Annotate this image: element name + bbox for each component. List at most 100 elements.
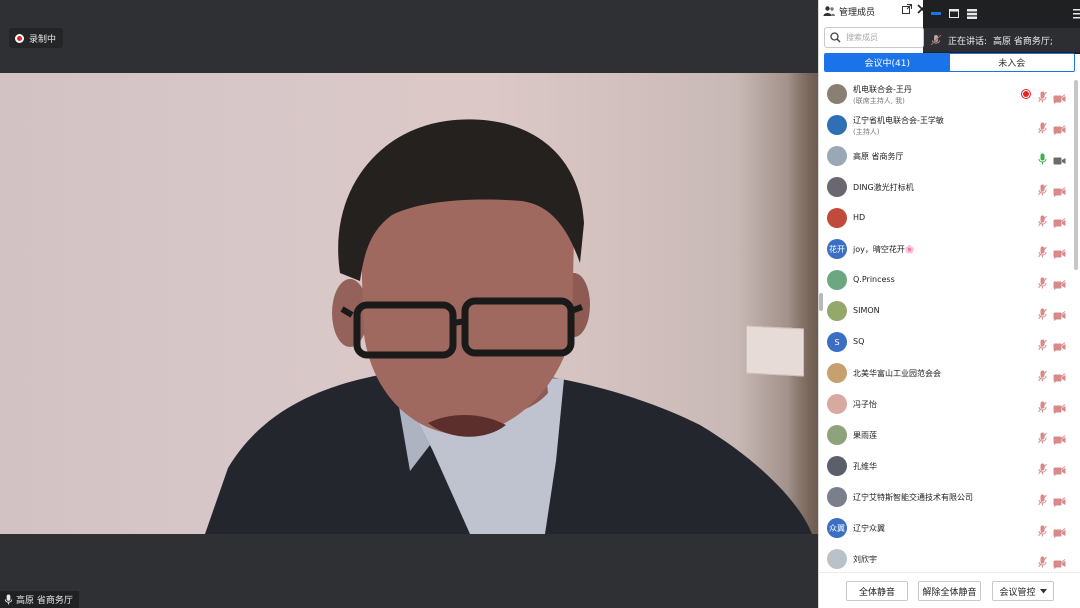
camera-off-icon[interactable] xyxy=(1053,244,1066,259)
camera-off-icon[interactable] xyxy=(1053,399,1066,414)
participant-name: 孔维华 xyxy=(853,462,877,471)
avatar-text: 众翼 xyxy=(829,523,845,533)
microphone-muted-icon[interactable] xyxy=(1038,398,1047,413)
participant-row[interactable]: S SQ xyxy=(819,326,1071,357)
microphone-muted-icon[interactable] xyxy=(1038,243,1047,258)
recording-badge[interactable]: 录制中 xyxy=(9,28,64,48)
participant-row[interactable]: 果雨莲 xyxy=(819,419,1071,450)
active-speaker-name: 高原 省商务厅 xyxy=(16,596,73,606)
recording-label: 录制中 xyxy=(29,34,57,45)
participant-row[interactable]: 孔维华 xyxy=(819,450,1071,481)
participant-list-scrollbar[interactable] xyxy=(1074,80,1078,270)
avatar xyxy=(827,270,847,290)
participant-name: HD xyxy=(853,213,866,222)
participant-row[interactable]: Q.Princess xyxy=(819,264,1071,295)
speaker-video[interactable] xyxy=(0,73,818,534)
microphone-muted-icon[interactable] xyxy=(1038,305,1047,320)
camera-off-icon[interactable] xyxy=(1053,492,1066,507)
avatar xyxy=(827,363,847,383)
participant-role: (主持人) xyxy=(853,128,880,136)
avatar xyxy=(827,84,847,104)
avatar xyxy=(827,487,847,507)
camera-off-icon[interactable] xyxy=(1053,213,1066,228)
avatar: 花开 xyxy=(827,239,847,259)
avatar xyxy=(827,456,847,476)
microphone-muted-icon[interactable] xyxy=(1038,553,1047,568)
popout-icon[interactable] xyxy=(902,4,912,14)
speaking-label: 正在讲话: xyxy=(948,36,988,47)
participant-name: 果雨莲 xyxy=(853,431,877,440)
camera-off-icon[interactable] xyxy=(1053,523,1066,538)
participant-row[interactable]: 花开 joy，晴空花开🌸 xyxy=(819,233,1071,264)
camera-off-icon[interactable] xyxy=(1053,368,1066,383)
menu-icon[interactable] xyxy=(1073,9,1080,19)
list-layout-icon[interactable] xyxy=(967,8,977,19)
speaker-person-image xyxy=(205,119,812,534)
avatar: 众翼 xyxy=(827,518,847,538)
microphone-muted-icon[interactable] xyxy=(1038,336,1047,351)
participant-name: 北美华富山工业园范会会 xyxy=(853,369,941,378)
camera-off-icon[interactable] xyxy=(1053,554,1066,569)
microphone-muted-icon[interactable] xyxy=(1038,522,1047,537)
participant-name: joy，晴空花开🌸 xyxy=(853,245,915,254)
tab-not-joined[interactable]: 未入会 xyxy=(949,54,1074,71)
minimize-icon[interactable] xyxy=(931,12,941,15)
participant-row[interactable]: 北美华富山工业园范会会 xyxy=(819,357,1071,388)
record-icon xyxy=(15,33,24,43)
participant-name: DING激光打标机 xyxy=(853,183,914,192)
participant-row[interactable]: SIMON xyxy=(819,295,1071,326)
camera-off-icon[interactable] xyxy=(1053,120,1066,135)
microphone-muted-icon[interactable] xyxy=(1038,429,1047,444)
avatar xyxy=(827,425,847,445)
avatar xyxy=(827,208,847,228)
video-stage: 录制中 高原 省商务厅 xyxy=(0,0,818,608)
window-icon[interactable] xyxy=(949,9,959,18)
microphone-muted-icon[interactable] xyxy=(1038,181,1047,196)
camera-off-icon[interactable] xyxy=(1053,461,1066,476)
participant-row[interactable]: 辽宁艾特斯智能交通技术有限公司 xyxy=(819,481,1071,512)
microphone-muted-icon[interactable] xyxy=(1038,119,1047,134)
participant-row[interactable]: DING激光打标机 xyxy=(819,171,1071,202)
participant-name: 高原 省商务厅 xyxy=(853,152,904,161)
camera-off-icon[interactable] xyxy=(1053,89,1066,104)
camera-off-icon[interactable] xyxy=(1053,337,1066,352)
recording-icon xyxy=(1021,89,1031,99)
camera-off-icon[interactable] xyxy=(1053,275,1066,290)
speaking-indicator-bar: 正在讲话: 高原 省商务厅; xyxy=(923,0,1080,54)
participant-name: SQ xyxy=(853,337,865,346)
member-search-box[interactable] xyxy=(824,27,924,48)
microphone-muted-icon[interactable] xyxy=(1038,367,1047,382)
panel-footer: 全体静音 解除全体静音 会议管控 xyxy=(819,572,1080,608)
participant-name: 辽宁艾特斯智能交通技术有限公司 xyxy=(853,493,973,502)
participant-row[interactable]: 冯子怡 xyxy=(819,388,1071,419)
avatar xyxy=(827,301,847,321)
microphone-muted-icon[interactable] xyxy=(1038,274,1047,289)
camera-off-icon[interactable] xyxy=(1053,430,1066,445)
camera-off-icon[interactable] xyxy=(1053,306,1066,321)
participant-name: 机电联合会-王丹 xyxy=(853,85,912,94)
camera-on-icon[interactable] xyxy=(1053,151,1066,165)
microphone-muted-icon[interactable] xyxy=(1038,460,1047,475)
tab-in-meeting[interactable]: 会议中(41) xyxy=(825,54,950,71)
camera-off-icon[interactable] xyxy=(1053,182,1066,197)
participant-name: 辽宁省机电联合会-王学敏 xyxy=(853,116,944,125)
microphone-muted-icon[interactable] xyxy=(1038,88,1047,103)
participant-row[interactable]: 高原 省商务厅 xyxy=(819,140,1071,171)
avatar-text: 花开 xyxy=(829,244,845,254)
avatar-text: S xyxy=(834,337,840,347)
participant-row[interactable]: 刘欣宇 xyxy=(819,543,1071,570)
microphone-muted-icon[interactable] xyxy=(1038,491,1047,506)
participant-row[interactable]: 辽宁省机电联合会-王学敏 (主持人) xyxy=(819,109,1071,140)
microphone-on-icon[interactable] xyxy=(1038,150,1047,165)
members-icon xyxy=(823,6,835,16)
microphone-muted-icon[interactable] xyxy=(1038,212,1047,227)
participant-row[interactable]: 机电联合会-王丹 (联席主持人, 我) xyxy=(819,78,1071,109)
member-search-input[interactable] xyxy=(846,33,916,42)
speaking-name: 高原 省商务厅; xyxy=(993,36,1053,47)
participant-row[interactable]: HD xyxy=(819,202,1071,233)
participant-row[interactable]: 众翼 辽宁众翼 xyxy=(819,512,1071,543)
participant-name: Q.Princess xyxy=(853,275,895,284)
mute-all-button[interactable]: 全体静音 xyxy=(846,581,908,601)
meeting-controls-button[interactable]: 会议管控 xyxy=(992,581,1054,601)
unmute-all-button[interactable]: 解除全体静音 xyxy=(918,581,981,601)
